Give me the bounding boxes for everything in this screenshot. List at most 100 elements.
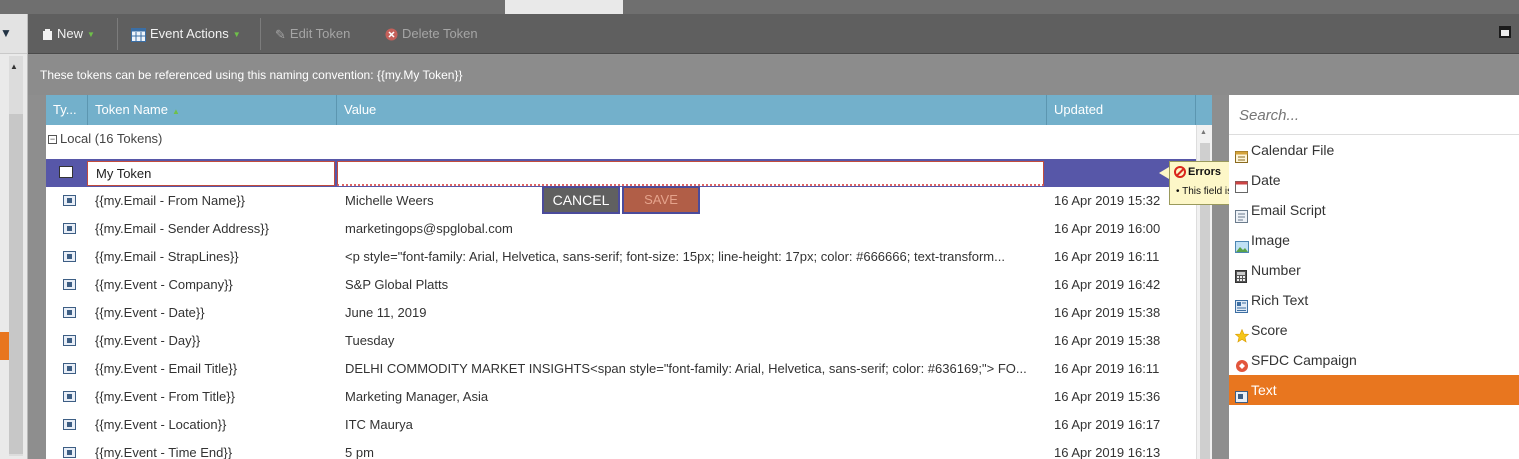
text-token-icon: [63, 279, 76, 290]
token-type-item[interactable]: Date: [1229, 165, 1519, 195]
scroll-up-icon[interactable]: ▲: [1200, 129, 1207, 136]
table-row[interactable]: {{my.Event - Company}} S&P Global Platts 1…: [46, 271, 1196, 299]
token-type-item[interactable]: Image: [1229, 225, 1519, 255]
token-type-item[interactable]: Email Script: [1229, 195, 1519, 225]
text-token-icon: [63, 419, 76, 430]
column-header-token-name[interactable]: Token Name ▲: [88, 95, 337, 125]
token-name-cell: {{my.Event - Email Title}}: [95, 361, 238, 376]
table-row[interactable]: {{my.Email - From Name}} Michelle Weers 16…: [46, 187, 1196, 215]
top-tab-strip: [0, 0, 1519, 14]
tab-my-tokens[interactable]: [505, 0, 623, 14]
token-value-cell: DELHI COMMODITY MARKET INSIGHTS<span sty…: [345, 361, 1027, 376]
token-value-cell: Tuesday: [345, 333, 395, 348]
cancel-button[interactable]: CANCEL: [542, 186, 620, 214]
rich-text-icon: [1235, 293, 1248, 313]
token-type-label: Date: [1251, 172, 1281, 188]
token-updated-cell: 16 Apr 2019 15:36: [1054, 389, 1161, 404]
token-value-cell: June 11, 2019: [345, 305, 427, 320]
number-icon: [1235, 263, 1248, 283]
token-type-item[interactable]: Score: [1229, 315, 1519, 345]
grid-header: Ty... Token Name ▲ Value Updated: [46, 95, 1212, 125]
event-actions-button[interactable]: Event Actions ▼: [131, 24, 241, 44]
table-row[interactable]: {{my.Event - Day}} Tuesday 16 Apr 2019 15:…: [46, 327, 1196, 355]
token-name-cell: {{my.Event - Company}}: [95, 277, 233, 292]
column-header-value[interactable]: Value: [337, 95, 1047, 125]
text-token-icon: [63, 335, 76, 346]
token-value-cell: S&P Global Platts: [345, 277, 449, 292]
table-row[interactable]: {{my.Email - Sender Address}} marketingop…: [46, 215, 1196, 243]
token-type-label: Text: [1251, 382, 1277, 398]
token-value-cell: marketingops@spglobal.com: [345, 221, 513, 236]
table-row[interactable]: {{my.Event - Date}} June 11, 2019 16 Apr 2…: [46, 299, 1196, 327]
text-token-icon: [63, 223, 76, 234]
token-updated-cell: 16 Apr 2019 16:13: [1054, 445, 1161, 459]
column-header-updated[interactable]: Updated: [1047, 95, 1196, 125]
token-name-cell: {{my.Email - Sender Address}}: [95, 221, 269, 236]
table-row[interactable]: {{my.Event - Email Title}} DELHI COMMODIT…: [46, 355, 1196, 383]
new-token-edit-row: My Token: [46, 159, 1196, 187]
naming-convention-text: These tokens can be referenced using thi…: [40, 68, 463, 82]
token-name-cell: {{my.Event - From Title}}: [95, 389, 235, 404]
token-type-label: SFDC Campaign: [1251, 352, 1357, 368]
sfdc-campaign-icon: [1235, 353, 1248, 372]
column-header-token-name-label: Token Name: [95, 102, 168, 117]
new-button[interactable]: New ▼: [42, 24, 95, 44]
token-type-label: Image: [1251, 232, 1290, 248]
collapse-icon[interactable]: −: [48, 135, 57, 145]
token-value-cell: 5 pm: [345, 445, 374, 459]
token-value-input[interactable]: [337, 161, 1044, 186]
star-icon: [1234, 323, 1250, 343]
group-row-local[interactable]: − Local (16 Tokens): [46, 125, 1196, 153]
error-icon: [1174, 166, 1186, 178]
token-updated-cell: 16 Apr 2019 16:11: [1054, 361, 1160, 376]
token-type-item[interactable]: Number: [1229, 255, 1519, 285]
token-type-item[interactable]: Rich Text: [1229, 285, 1519, 315]
event-actions-label: Event Actions: [150, 26, 229, 41]
token-type-label: Score: [1251, 322, 1288, 338]
column-header-type-label: Ty...: [53, 102, 77, 117]
save-button[interactable]: SAVE: [622, 186, 700, 214]
token-name-input[interactable]: My Token: [87, 161, 335, 186]
calendar-grid-icon: [131, 27, 146, 42]
sort-ascending-icon: ▲: [171, 107, 180, 116]
token-type-item[interactable]: Calendar File: [1229, 135, 1519, 165]
token-updated-cell: 16 Apr 2019 16:11: [1054, 249, 1160, 264]
calendar-icon: [1235, 143, 1248, 163]
pencil-icon: ✎: [275, 26, 286, 42]
column-header-type[interactable]: Ty...: [46, 95, 88, 125]
view-icon[interactable]: ▼: [0, 26, 12, 40]
table-row[interactable]: {{my.Event - Location}} ITC Maurya 16 Apr …: [46, 411, 1196, 439]
token-type-label: Number: [1251, 262, 1301, 278]
token-name-cell: {{my.Email - From Name}}: [95, 193, 246, 208]
table-row[interactable]: {{my.Event - From Title}} Marketing Manag…: [46, 383, 1196, 411]
token-value-cell: Marketing Manager, Asia: [345, 389, 489, 404]
token-type-search-input[interactable]: [1229, 97, 1519, 135]
date-icon: [1235, 173, 1248, 193]
edit-token-button[interactable]: ✎ Edit Token: [275, 24, 350, 44]
scroll-up-icon[interactable]: ▲: [10, 62, 18, 71]
email-script-icon: [1235, 203, 1248, 223]
delete-token-button[interactable]: Delete Token: [385, 24, 478, 44]
new-button-label: New: [57, 26, 84, 41]
left-pane-selected-marker: [0, 332, 9, 360]
token-value-cell: ITC Maurya: [345, 417, 413, 432]
token-type-label: Email Script: [1251, 202, 1326, 218]
token-name-cell: {{my.Email - StrapLines}}: [95, 249, 239, 264]
column-header-value-label: Value: [344, 102, 377, 117]
text-token-icon: [63, 251, 76, 262]
maximize-icon[interactable]: [1499, 26, 1511, 38]
table-row[interactable]: {{my.Event - Time End}} 5 pm 16 Apr 2019 1…: [46, 439, 1196, 459]
text-token-icon: [63, 447, 76, 458]
token-updated-cell: 16 Apr 2019 16:00: [1054, 221, 1161, 236]
dropdown-arrow-icon: ▼: [87, 29, 95, 39]
token-type-item[interactable]: Text: [1229, 375, 1519, 405]
token-updated-cell: 16 Apr 2019 15:38: [1054, 333, 1161, 348]
token-type-label: Calendar File: [1251, 142, 1335, 158]
token-type-item[interactable]: SFDC Campaign: [1229, 345, 1519, 375]
left-pane-scroll-thumb[interactable]: [9, 114, 23, 454]
table-row[interactable]: {{my.Email - StrapLines}} <p style="font-…: [46, 243, 1196, 271]
column-header-updated-label: Updated: [1054, 102, 1104, 117]
token-grid: Ty... Token Name ▲ Value Updated − Local (…: [46, 95, 1212, 459]
left-pane-toolbar: ▼: [0, 14, 27, 54]
token-name-cell: {{my.Event - Location}}: [95, 417, 227, 432]
